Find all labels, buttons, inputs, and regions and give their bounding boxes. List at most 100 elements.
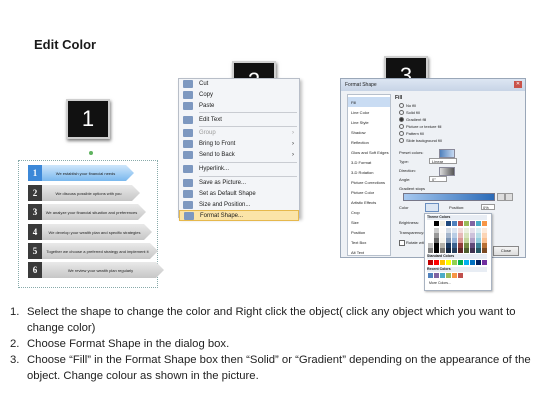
color-swatch[interactable]: [440, 273, 445, 278]
color-swatch[interactable]: [452, 221, 457, 226]
remove-stop-button[interactable]: [505, 193, 513, 201]
rotate-checkbox[interactable]: [399, 240, 405, 246]
color-swatch[interactable]: [434, 260, 439, 265]
slide-row[interactable]: 4 We develop your wealth plan and specifi…: [28, 224, 152, 240]
nav-item[interactable]: Reflection: [348, 137, 390, 147]
menu-item-set-as-default-shape[interactable]: Set as Default Shape: [179, 188, 299, 199]
color-swatch[interactable]: [428, 221, 433, 226]
nav-item[interactable]: Crop: [348, 207, 390, 217]
menu-item-paste[interactable]: Paste: [179, 100, 299, 111]
menu-item-copy[interactable]: Copy: [179, 89, 299, 100]
nav-item[interactable]: Line Color: [348, 107, 390, 117]
fill-option[interactable]: Picture or texture fill: [399, 124, 441, 130]
color-swatch[interactable]: [476, 260, 481, 265]
color-swatch[interactable]: [458, 273, 463, 278]
color-swatch[interactable]: [440, 221, 445, 226]
color-swatch[interactable]: [458, 248, 463, 253]
menu-item-hyperlink[interactable]: Hyperlink...: [179, 163, 299, 174]
slide-row[interactable]: 2 We discuss possible options with you: [28, 185, 140, 201]
color-palette: Theme Colors Standard Colors Recent Colo…: [424, 213, 492, 291]
color-swatch[interactable]: [446, 248, 451, 253]
color-swatch[interactable]: [446, 273, 451, 278]
more-colors-link[interactable]: More Colors...: [429, 281, 451, 285]
slide-row[interactable]: 1 We establish your financial needs: [28, 165, 134, 181]
nav-item[interactable]: Artistic Effects: [348, 197, 390, 207]
color-swatch[interactable]: [440, 248, 445, 253]
close-icon[interactable]: ✕: [514, 81, 522, 88]
angle-input[interactable]: 0°: [429, 176, 447, 182]
menu-item-label: Paste: [199, 102, 215, 109]
menu-item-bring-to-front[interactable]: Bring to Front ›: [179, 138, 299, 149]
rotate-handle[interactable]: [89, 151, 93, 155]
color-swatch[interactable]: [458, 221, 463, 226]
nav-item[interactable]: Fill: [348, 97, 390, 107]
color-swatch[interactable]: [428, 260, 433, 265]
color-swatch[interactable]: [434, 221, 439, 226]
menu-item-edit-text[interactable]: Edit Text: [179, 114, 299, 125]
nav-item[interactable]: Glow and Soft Edges: [348, 147, 390, 157]
menu-item-cut[interactable]: Cut: [179, 78, 299, 89]
position-input[interactable]: 0%: [481, 204, 495, 210]
close-button[interactable]: Close: [493, 246, 519, 256]
row-arrow-shape[interactable]: We review your wealth plan regularly: [42, 262, 164, 278]
add-stop-button[interactable]: [497, 193, 505, 201]
direction-button[interactable]: [439, 167, 455, 176]
color-swatch[interactable]: [458, 260, 463, 265]
gradient-stops-bar[interactable]: [403, 193, 495, 201]
slide-row[interactable]: 3 We analyze your financial situation and…: [28, 204, 146, 220]
color-swatch[interactable]: [452, 273, 457, 278]
menu-item-send-to-back[interactable]: Send to Back ›: [179, 149, 299, 160]
preset-colors-button[interactable]: [439, 149, 455, 158]
nav-item[interactable]: Shadow: [348, 127, 390, 137]
color-swatch[interactable]: [476, 221, 481, 226]
type-select[interactable]: Linear: [429, 158, 457, 164]
color-swatch[interactable]: [440, 260, 445, 265]
nav-item[interactable]: 3-D Format: [348, 157, 390, 167]
row-arrow-shape[interactable]: Together we choose a preferred strategy …: [42, 243, 158, 259]
nav-item[interactable]: Picture Corrections: [348, 177, 390, 187]
row-arrow-shape[interactable]: We analyze your financial situation and …: [42, 204, 146, 220]
color-swatch[interactable]: [470, 248, 475, 253]
fill-option[interactable]: No fill: [399, 103, 416, 109]
row-arrow-shape[interactable]: We develop your wealth plan and specific…: [42, 224, 152, 240]
color-swatch[interactable]: [482, 260, 487, 265]
row-arrow-shape[interactable]: We establish your financial needs: [42, 165, 134, 181]
color-swatch[interactable]: [434, 273, 439, 278]
color-swatch[interactable]: [482, 221, 487, 226]
instruction-text: Choose “Fill” in the Format Shape box th…: [27, 354, 531, 382]
fill-option[interactable]: Slide background fill: [399, 138, 442, 144]
color-swatch[interactable]: [446, 260, 451, 265]
menu-item-label: Hyperlink...: [199, 165, 230, 172]
fill-option[interactable]: Pattern fill: [399, 131, 424, 137]
nav-item[interactable]: Alt Text: [348, 247, 390, 257]
menu-item-format-shape[interactable]: Format Shape...: [179, 210, 299, 221]
nav-item[interactable]: Text Box: [348, 237, 390, 247]
color-swatch[interactable]: [476, 248, 481, 253]
menu-item-size-and-position[interactable]: Size and Position...: [179, 199, 299, 210]
color-swatch[interactable]: [464, 248, 469, 253]
color-swatch[interactable]: [452, 260, 457, 265]
color-button[interactable]: [425, 203, 439, 212]
menu-item-save-as-picture[interactable]: Save as Picture...: [179, 177, 299, 188]
color-swatch[interactable]: [464, 221, 469, 226]
color-swatch[interactable]: [470, 221, 475, 226]
color-swatch[interactable]: [452, 248, 457, 253]
color-swatch[interactable]: [428, 248, 433, 253]
slide-row[interactable]: 6 We review your wealth plan regularly: [28, 262, 164, 278]
menu-item-label: Send to Back: [199, 151, 235, 158]
color-swatch[interactable]: [482, 248, 487, 253]
color-swatch[interactable]: [428, 273, 433, 278]
row-arrow-shape[interactable]: We discuss possible options with you: [42, 185, 140, 201]
slide-row[interactable]: 5 Together we choose a preferred strategy…: [28, 243, 158, 259]
nav-item[interactable]: 3-D Rotation: [348, 167, 390, 177]
nav-item[interactable]: Picture Color: [348, 187, 390, 197]
fill-option[interactable]: Gradient fill: [399, 117, 426, 123]
nav-item[interactable]: Line Style: [348, 117, 390, 127]
color-swatch[interactable]: [470, 260, 475, 265]
fill-option[interactable]: Solid fill: [399, 110, 420, 116]
nav-item[interactable]: Position: [348, 227, 390, 237]
color-swatch[interactable]: [446, 221, 451, 226]
color-swatch[interactable]: [464, 260, 469, 265]
nav-item[interactable]: Size: [348, 217, 390, 227]
color-swatch[interactable]: [434, 248, 439, 253]
